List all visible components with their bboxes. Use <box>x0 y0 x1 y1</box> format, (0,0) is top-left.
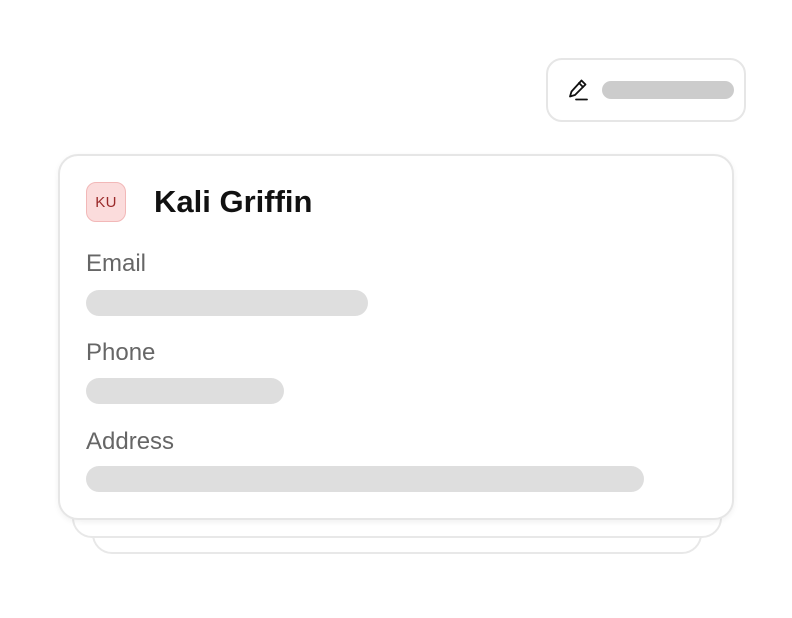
contact-name: Kali Griffin <box>154 184 313 219</box>
avatar: KU <box>86 182 126 222</box>
contact-card[interactable]: KU Kali Griffin Email Phone Address <box>58 154 734 520</box>
edit-label-placeholder <box>602 81 734 99</box>
phone-label: Phone <box>86 339 156 366</box>
address-label: Address <box>86 428 175 455</box>
email-value-placeholder <box>86 290 368 316</box>
email-label: Email <box>86 250 147 277</box>
address-value-placeholder <box>86 466 644 492</box>
pen-icon <box>566 77 590 103</box>
contact-header: KU Kali Griffin <box>86 182 312 222</box>
phone-value-placeholder <box>86 378 284 404</box>
edit-button[interactable] <box>546 58 746 122</box>
